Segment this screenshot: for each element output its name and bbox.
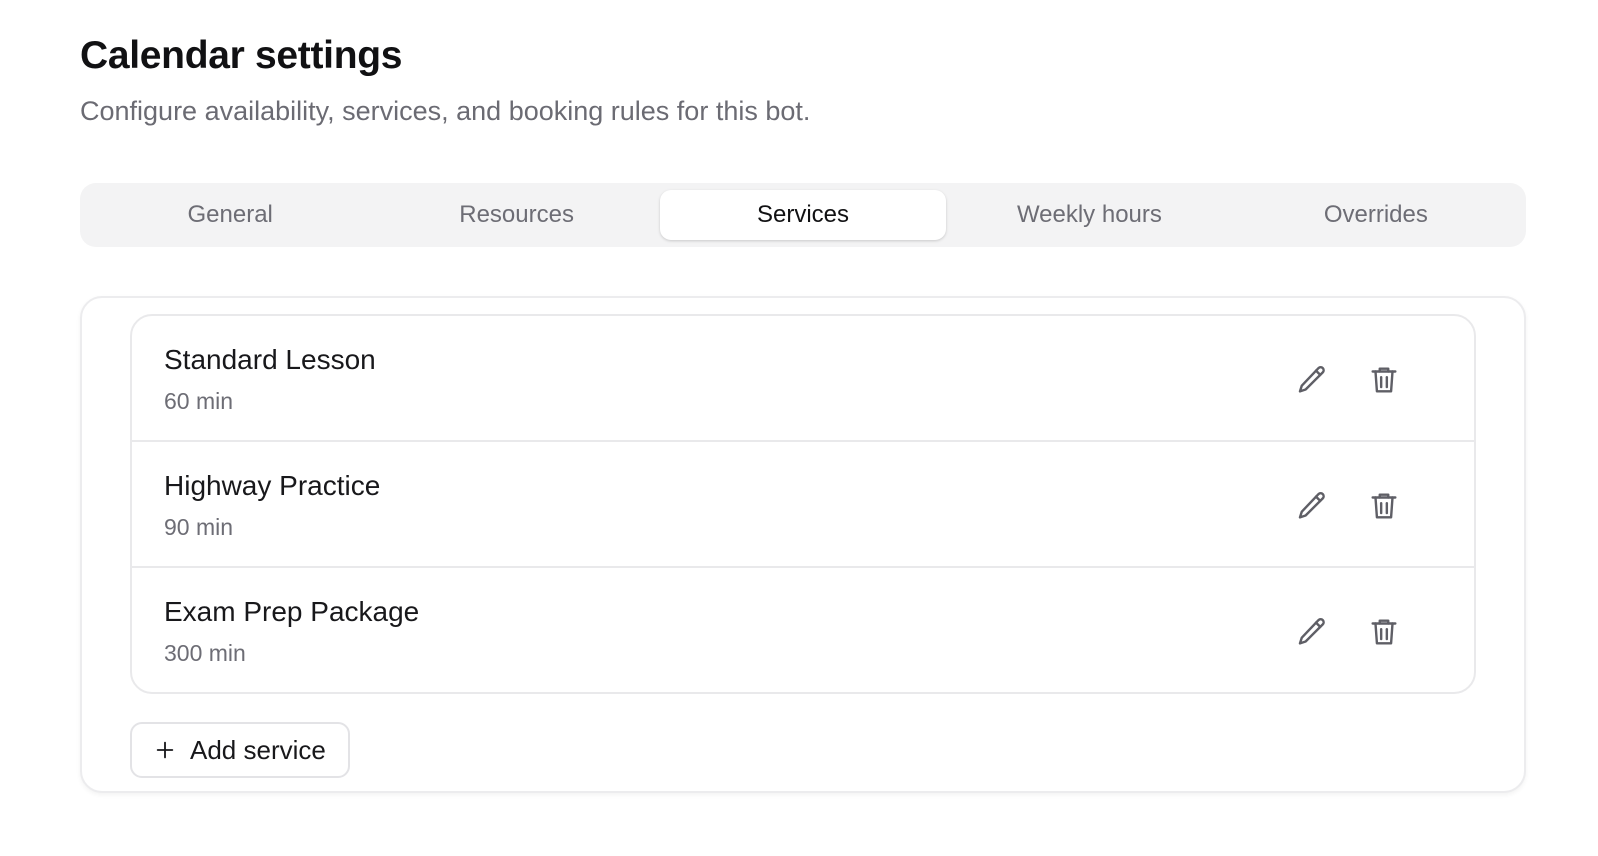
delete-service-button[interactable] <box>1364 612 1404 652</box>
add-service-label: Add service <box>190 734 326 765</box>
pencil-icon <box>1298 492 1325 519</box>
edit-service-button[interactable] <box>1292 612 1332 652</box>
pencil-icon <box>1298 618 1325 645</box>
plus-icon <box>156 741 174 759</box>
pencil-icon <box>1298 366 1325 393</box>
tab-weekly-hours[interactable]: Weekly hours <box>946 190 1232 240</box>
edit-service-button[interactable] <box>1292 360 1332 400</box>
service-name: Standard Lesson <box>164 344 376 375</box>
services-card: Standard Lesson 60 min Highway Practice … <box>80 296 1526 793</box>
page-subtitle: Configure availability, services, and bo… <box>80 96 811 126</box>
edit-service-button[interactable] <box>1292 486 1332 526</box>
add-service-button[interactable]: Add service <box>130 722 350 778</box>
trash-icon <box>1371 367 1397 393</box>
service-duration: 90 min <box>164 514 234 540</box>
service-row: Highway Practice 90 min <box>132 442 1474 568</box>
tab-services[interactable]: Services <box>659 190 947 240</box>
service-name: Highway Practice <box>164 470 381 501</box>
delete-service-button[interactable] <box>1364 360 1404 400</box>
trash-icon <box>1371 493 1397 519</box>
service-list: Standard Lesson 60 min Highway Practice … <box>130 314 1476 694</box>
page-title: Calendar settings <box>80 34 403 77</box>
service-row: Exam Prep Package 300 min <box>132 568 1474 692</box>
service-name: Exam Prep Package <box>164 596 420 627</box>
service-duration: 60 min <box>164 388 234 414</box>
trash-icon <box>1371 619 1397 645</box>
delete-service-button[interactable] <box>1364 486 1404 526</box>
tab-general[interactable]: General <box>87 190 373 240</box>
service-duration: 300 min <box>164 640 246 666</box>
tab-overrides[interactable]: Overrides <box>1233 190 1519 240</box>
settings-tabs: General Resources Services Weekly hours … <box>80 183 1526 247</box>
calendar-settings-page: Calendar settings Configure availability… <box>0 0 1598 856</box>
service-row: Standard Lesson 60 min <box>132 316 1474 442</box>
tab-resources[interactable]: Resources <box>373 190 659 240</box>
